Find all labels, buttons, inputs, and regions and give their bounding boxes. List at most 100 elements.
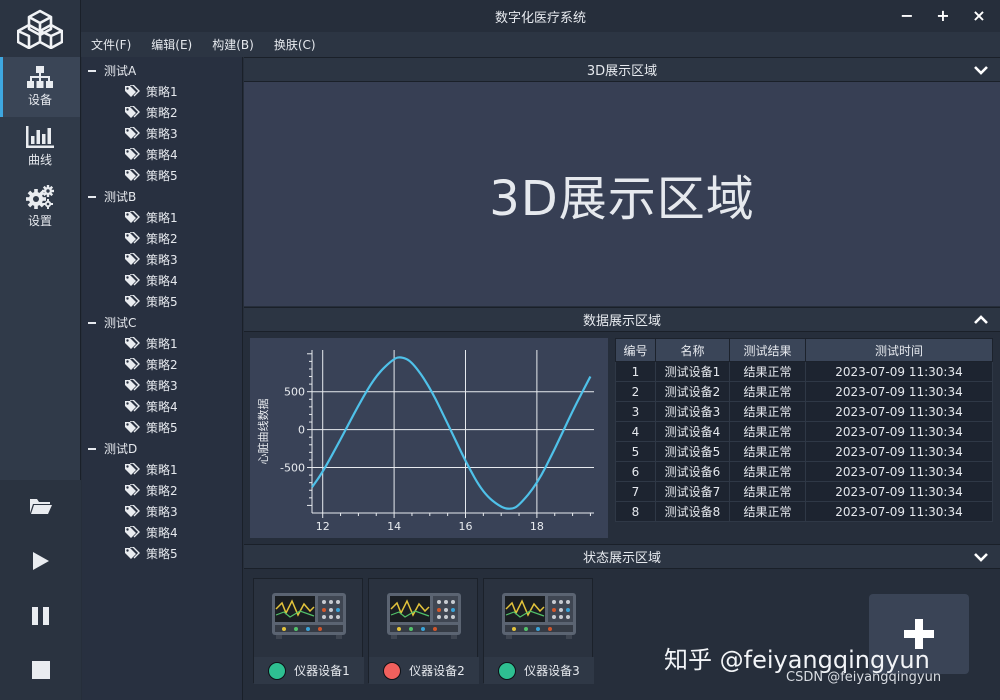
folder-open-icon bbox=[29, 499, 52, 514]
tree-item[interactable]: 策略3 bbox=[82, 123, 242, 144]
table-cell: 2023-07-09 11:30:34 bbox=[805, 381, 993, 402]
table-cell: 结果正常 bbox=[729, 381, 806, 402]
tree-item[interactable]: 策略5 bbox=[82, 291, 242, 312]
table-row[interactable]: 6 测试设备6 结果正常 2023-07-09 11:30:34 bbox=[615, 461, 993, 482]
title-bar: 数字化医疗系统 − + × bbox=[81, 0, 1000, 32]
nav-item-devices[interactable]: 设备 bbox=[0, 57, 80, 117]
table-cell: 结果正常 bbox=[729, 421, 806, 442]
nav-item-curves[interactable]: 曲线 bbox=[0, 117, 80, 177]
y-tick-label: -500 bbox=[280, 462, 305, 475]
tree-item-label: 策略2 bbox=[146, 232, 178, 246]
table-cell: 8 bbox=[615, 501, 656, 522]
col-header-name[interactable]: 名称 bbox=[655, 338, 730, 362]
tree-item[interactable]: 策略4 bbox=[82, 270, 242, 291]
table-cell: 结果正常 bbox=[729, 361, 806, 382]
device-card[interactable]: 仪器设备2 bbox=[368, 578, 479, 684]
tree-item[interactable]: 策略1 bbox=[82, 333, 242, 354]
tag-icon bbox=[125, 400, 140, 412]
table-row[interactable]: 5 测试设备5 结果正常 2023-07-09 11:30:34 bbox=[615, 441, 993, 462]
col-header-id[interactable]: 编号 bbox=[615, 338, 656, 362]
tag-icon bbox=[125, 253, 140, 265]
table-row[interactable]: 1 测试设备1 结果正常 2023-07-09 11:30:34 bbox=[615, 361, 993, 382]
tree-item[interactable]: 策略2 bbox=[82, 480, 242, 501]
nav-item-settings[interactable]: 设置 bbox=[0, 177, 80, 237]
result-table-container: 编号 名称 测试结果 测试时间 1 测试设备1 结果正常 2023-07-09 11:… bbox=[615, 338, 995, 523]
stop-button[interactable] bbox=[0, 650, 81, 690]
chevron-up-icon[interactable] bbox=[974, 313, 988, 327]
tree-item[interactable]: 策略1 bbox=[82, 459, 242, 480]
table-row[interactable]: 8 测试设备8 结果正常 2023-07-09 11:30:34 bbox=[615, 501, 993, 522]
panel-header-status[interactable]: 状态展示区域 bbox=[244, 544, 1000, 569]
tree-item[interactable]: 策略3 bbox=[82, 249, 242, 270]
tree-item[interactable]: 策略2 bbox=[82, 228, 242, 249]
tree-item[interactable]: 策略1 bbox=[82, 81, 242, 102]
collapse-icon bbox=[88, 69, 96, 72]
table-cell: 4 bbox=[615, 421, 656, 442]
tree-item[interactable]: 策略2 bbox=[82, 354, 242, 375]
table-row[interactable]: 4 测试设备4 结果正常 2023-07-09 11:30:34 bbox=[615, 421, 993, 442]
table-cell: 2 bbox=[615, 381, 656, 402]
maximize-button[interactable]: + bbox=[932, 4, 954, 26]
nav-label-curves: 曲线 bbox=[27, 153, 52, 167]
tree-group[interactable]: 测试C bbox=[82, 312, 242, 333]
app-window: 数字化医疗系统 − + × 文件(F) 编辑(E) 构建(B) 换肤(C) 设备… bbox=[0, 0, 1000, 700]
tree-group[interactable]: 测试B bbox=[82, 186, 242, 207]
y-tick-label: 0 bbox=[298, 424, 305, 437]
device-label-button[interactable]: 仪器设备3 bbox=[484, 657, 594, 684]
table-cell: 测试设备4 bbox=[655, 421, 730, 442]
chevron-down-icon[interactable] bbox=[974, 550, 988, 564]
oscilloscope-icon bbox=[502, 593, 576, 639]
close-button[interactable]: × bbox=[968, 4, 990, 26]
tree-item[interactable]: 策略4 bbox=[82, 144, 242, 165]
chevron-down-icon[interactable] bbox=[974, 63, 988, 77]
table-row[interactable]: 2 测试设备2 结果正常 2023-07-09 11:30:34 bbox=[615, 381, 993, 402]
menu-edit[interactable]: 编辑(E) bbox=[151, 36, 202, 53]
device-card[interactable]: 仪器设备1 bbox=[253, 578, 364, 684]
device-label-button[interactable]: 仪器设备2 bbox=[369, 657, 479, 684]
window-title: 数字化医疗系统 bbox=[494, 10, 586, 26]
tree-item[interactable]: 策略5 bbox=[82, 543, 242, 564]
tree-item[interactable]: 策略4 bbox=[82, 396, 242, 417]
tree-item[interactable]: 策略5 bbox=[82, 165, 242, 186]
app-logo bbox=[0, 0, 81, 57]
device-name: 仪器设备3 bbox=[524, 664, 580, 678]
status-indicator bbox=[268, 661, 287, 680]
col-header-time[interactable]: 测试时间 bbox=[805, 338, 993, 362]
toolbar-bottom bbox=[0, 480, 81, 700]
tree-group-label: 测试A bbox=[104, 64, 137, 78]
table-cell: 测试设备6 bbox=[655, 461, 730, 482]
panel-header-data[interactable]: 数据展示区域 bbox=[244, 307, 1000, 332]
tag-icon bbox=[125, 421, 140, 433]
col-header-result[interactable]: 测试结果 bbox=[729, 338, 806, 362]
tree-group[interactable]: 测试A bbox=[82, 60, 242, 81]
table-cell: 7 bbox=[615, 481, 656, 502]
oscilloscope-icon bbox=[387, 593, 461, 639]
test-tree: 测试A 策略1 策略2 策略3 策略4 策略5 测试B 策略1 策略2 策略3 策略4 策略5 测试C 策… bbox=[82, 57, 243, 700]
pause-button[interactable] bbox=[0, 596, 81, 636]
menu-bar: 文件(F) 编辑(E) 构建(B) 换肤(C) bbox=[81, 32, 1000, 57]
menu-skin[interactable]: 换肤(C) bbox=[274, 36, 326, 53]
tree-item[interactable]: 策略2 bbox=[82, 102, 242, 123]
tree-item[interactable]: 策略5 bbox=[82, 417, 242, 438]
tree-item-label: 策略4 bbox=[146, 148, 178, 162]
play-button[interactable] bbox=[0, 541, 81, 581]
tree-group[interactable]: 测试D bbox=[82, 438, 242, 459]
minimize-button[interactable]: − bbox=[896, 4, 918, 26]
nav-label-devices: 设备 bbox=[27, 93, 52, 107]
menu-file[interactable]: 文件(F) bbox=[91, 36, 141, 53]
menu-build[interactable]: 构建(B) bbox=[212, 36, 264, 53]
panel-title-status: 状态展示区域 bbox=[582, 551, 661, 566]
device-card[interactable]: 仪器设备3 bbox=[483, 578, 594, 684]
tree-item[interactable]: 策略3 bbox=[82, 375, 242, 396]
tree-group-label: 测试B bbox=[104, 190, 137, 204]
tag-icon bbox=[125, 547, 140, 559]
table-row[interactable]: 3 测试设备3 结果正常 2023-07-09 11:30:34 bbox=[615, 401, 993, 422]
open-folder-button[interactable] bbox=[0, 486, 81, 526]
panel-header-3d[interactable]: 3D展示区域 bbox=[244, 57, 1000, 82]
table-row[interactable]: 7 测试设备7 结果正常 2023-07-09 11:30:34 bbox=[615, 481, 993, 502]
tree-item[interactable]: 策略3 bbox=[82, 501, 242, 522]
device-label-button[interactable]: 仪器设备1 bbox=[254, 657, 364, 684]
table-cell: 测试设备7 bbox=[655, 481, 730, 502]
tree-item[interactable]: 策略1 bbox=[82, 207, 242, 228]
tree-item[interactable]: 策略4 bbox=[82, 522, 242, 543]
